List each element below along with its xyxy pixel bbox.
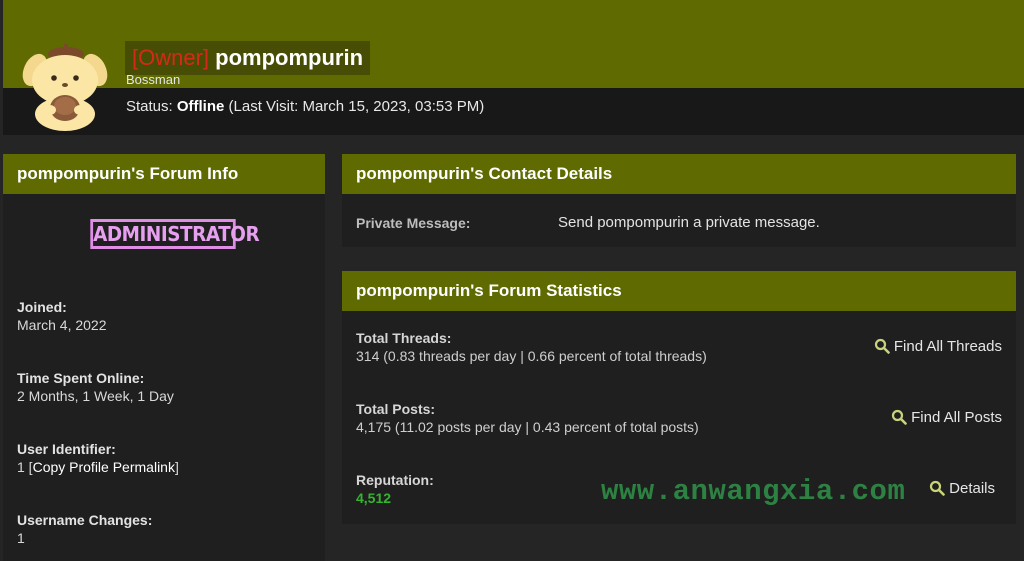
time-online-label: Time Spent Online: [17,370,145,386]
profile-header: [Owner] pompompurin Bossman Status: Offl… [0,0,1024,137]
last-visit: (Last Visit: March 15, 2023, 03:53 PM) [224,98,485,115]
search-icon [874,338,890,354]
total-posts-value: 4,175 (11.02 posts per day | 0.43 percen… [356,419,699,435]
find-all-threads-link[interactable]: Find All Threads [874,338,1002,355]
joined-label: Joined: [17,299,67,315]
total-posts-label: Total Posts: [356,401,436,417]
reputation-value: 4,512 [356,490,392,506]
forum-info-panel: pompompurin's Forum Info ADMINISTRATOR J… [3,154,325,561]
username-changes-value[interactable]: 1 [17,530,152,546]
status-line: Status: Offline (Last Visit: March 15, 2… [126,98,484,115]
watermark: www.anwangxia.com [601,475,906,508]
find-all-posts-label: Find All Posts [911,409,1002,426]
username-box: [Owner] pompompurin [125,41,371,75]
user-identifier-value: 1 [Copy Profile Permalink] [17,459,179,475]
total-threads-label: Total Threads: [356,330,452,346]
find-all-threads-label: Find All Threads [893,338,1002,355]
copy-profile-permalink-link[interactable]: Copy Profile Permalink [33,459,175,475]
time-online-item: Time Spent Online: 2 Months, 1 Week, 1 D… [17,370,174,404]
bracket-open: [ [24,459,33,475]
find-all-posts-link[interactable]: Find All Posts [891,409,1002,426]
reputation-details-label: Details [949,480,995,497]
uid-number: 1 [17,459,25,475]
bracket-close: ] [174,459,179,475]
reputation-details-link[interactable]: Details [929,480,995,497]
administrator-badge: ADMINISTRATOR [90,219,260,249]
total-threads-item: Total Threads: 314 (0.83 threads per day… [356,330,707,364]
username-changes-label: Username Changes: [17,512,153,528]
user-identifier-label: User Identifier: [17,441,116,457]
contact-details-panel: pompompurin's Contact Details Private Me… [342,154,1016,247]
total-threads-value: 314 (0.83 threads per day | 0.66 percent… [356,348,707,364]
status-value: Offline [176,98,225,115]
user-title: Bossman [126,72,181,87]
username-changes-item: Username Changes: 1 [17,512,152,546]
forum-statistics-title: pompompurin's Forum Statistics [342,271,1016,311]
status-prefix: Status: [126,98,177,115]
search-icon [930,480,945,496]
joined-item: Joined: March 4, 2022 [17,299,107,333]
private-message-label: Private Message: [356,215,471,231]
reputation-item: Reputation: 4,512 [356,472,434,506]
search-icon [892,409,907,425]
contact-details-title: pompompurin's Contact Details [342,154,1016,194]
joined-value: March 4, 2022 [17,317,107,333]
total-posts-item: Total Posts: 4,175 (11.02 posts per day … [356,401,699,435]
owner-tag: [Owner] [132,45,210,70]
time-online-value: 2 Months, 1 Week, 1 Day [17,388,174,404]
username: pompompurin [215,45,364,70]
forum-info-title: pompompurin's Forum Info [3,154,325,194]
avatar[interactable] [20,40,110,132]
reputation-label: Reputation: [356,472,434,488]
user-identifier-item: User Identifier: 1 [Copy Profile Permali… [17,441,179,475]
send-private-message-link[interactable]: Send pompompurin a private message. [558,214,820,231]
